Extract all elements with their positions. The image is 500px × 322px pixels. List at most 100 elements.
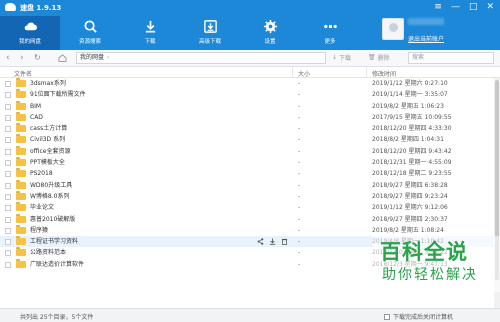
table-row[interactable]: W博格8.0系列 - 2018/9/27 星期四 9:23:24 [0, 190, 494, 202]
row-checkbox[interactable] [5, 81, 11, 87]
folder-icon [16, 179, 26, 189]
row-checkbox[interactable] [5, 261, 11, 268]
file-name[interactable]: BIM [30, 101, 41, 112]
file-name[interactable]: cass土方计算 [30, 123, 67, 134]
table-row[interactable]: cass土方计算 - 2018/12/20 星期四 4:33:30 [0, 123, 494, 134]
file-name[interactable]: WD80升级工具 [30, 180, 72, 191]
file-name[interactable]: 毕业论文 [30, 202, 54, 213]
folder-icon [16, 190, 26, 200]
file-name[interactable]: 程序猿 [30, 225, 48, 236]
download-button[interactable]: ↓ 下载 [332, 53, 351, 62]
column-divider[interactable] [366, 67, 367, 78]
table-row[interactable]: 惠普2010破解版 - 2018/9/27 星期四 2:30:37 [0, 213, 494, 225]
menu-icon[interactable]: ≡ [434, 2, 442, 12]
logout-link[interactable]: 退出当前账户 [408, 34, 444, 43]
refresh-icon[interactable]: ↻ [34, 53, 41, 62]
file-name[interactable]: PPT模板大全 [30, 157, 65, 168]
table-row[interactable]: office全套资源 - 2018/12/20 星期四 9:43:42 [0, 145, 494, 157]
table-row[interactable]: 毕业论文 - 2019/1/12 星期六 9:12:06 [0, 202, 494, 213]
file-name[interactable]: Civil3D 系列 [30, 134, 65, 145]
folder-icon [16, 123, 26, 133]
row-checkbox[interactable] [5, 216, 11, 223]
folder-icon [16, 89, 26, 99]
nav-advanced-download[interactable]: 高级下载 [180, 16, 240, 50]
column-header-name[interactable]: 文件名 [14, 69, 32, 78]
folder-icon [16, 100, 26, 110]
breadcrumb-item[interactable]: 我的网盘 [80, 54, 104, 61]
file-size: - [298, 159, 301, 167]
nav-download[interactable]: 下载 [120, 16, 180, 50]
avatar[interactable] [382, 18, 404, 40]
table-row[interactable]: WD80升级工具 - 2018/9/27 星期四 6:38:28 [0, 179, 494, 191]
watermark: 百科全说 助你轻松解决 [372, 236, 500, 292]
breadcrumb[interactable]: 我的网盘 › [76, 52, 326, 64]
file-date: 2018/12/31 星期一 4:55:09 [372, 159, 452, 167]
table-row[interactable]: 程序猿 - 2019/8/2 星期五 1:08:24 [0, 224, 494, 236]
row-checkbox[interactable] [5, 205, 11, 212]
table-row[interactable]: PPT模板大全 - 2018/12/31 星期一 4:55:09 [0, 157, 494, 168]
home-icon[interactable] [58, 54, 67, 62]
file-name[interactable]: 3dsmax系列 [30, 78, 66, 89]
file-date: 2018/12/20 星期四 4:33:30 [372, 125, 452, 133]
row-checkbox[interactable] [5, 193, 11, 200]
download-small-icon: ↓ [332, 54, 338, 61]
back-arrow-icon[interactable]: ‹ [6, 53, 10, 63]
nav-my-disk[interactable]: 我的网盘 [0, 16, 60, 50]
row-checkbox[interactable] [5, 92, 11, 99]
minimize-icon[interactable]: — [451, 2, 460, 12]
nav-resource-search[interactable]: 资源搜索 [60, 16, 120, 50]
nav-more[interactable]: 更多 [300, 16, 360, 50]
file-name[interactable]: 工程证书学习资料 [30, 236, 78, 247]
file-name[interactable]: 惠普2010破解版 [30, 214, 75, 225]
row-checkbox[interactable] [5, 160, 11, 167]
close-icon[interactable]: ✕ [486, 2, 494, 12]
file-size: - [298, 192, 301, 200]
download-row-icon[interactable] [269, 238, 276, 245]
row-checkbox[interactable] [5, 182, 11, 189]
row-checkbox[interactable] [5, 114, 11, 121]
row-checkbox[interactable] [5, 239, 11, 246]
row-checkbox[interactable] [5, 137, 11, 144]
delete-button[interactable]: 🗑 删除 [368, 53, 390, 62]
file-name[interactable]: 公路资料范本 [30, 247, 66, 258]
file-size: - [298, 102, 301, 110]
row-checkbox[interactable] [5, 250, 11, 257]
file-name[interactable]: office全套资源 [30, 146, 70, 157]
nav-settings[interactable]: 设置 [240, 16, 300, 50]
column-divider[interactable] [292, 67, 293, 78]
table-row[interactable]: PS2018 - 2018/12/18 星期二 9:23:55 [0, 168, 494, 179]
app-title: 速盘 1.9.13 [20, 4, 62, 12]
search-icon [84, 20, 97, 33]
row-checkbox[interactable] [5, 103, 11, 110]
row-checkbox[interactable] [5, 126, 11, 133]
file-date: 2018/9/27 星期四 2:30:37 [372, 215, 448, 223]
path-bar: ‹ › ↻ 我的网盘 › ↓ 下载 🗑 删除 搜索 [0, 50, 500, 67]
table-row[interactable]: BIM - 2019/8/2 星期五 1:06:23 [0, 100, 494, 112]
download-button-label: 下载 [339, 55, 352, 62]
row-checkbox[interactable] [5, 227, 11, 234]
row-checkbox[interactable] [5, 148, 11, 155]
table-row[interactable]: 3dsmax系列 - 2019/1/12 星期六 0:27:10 [0, 78, 494, 89]
window-controls: ≡ — □ ✕ [434, 2, 494, 12]
file-name[interactable]: W博格8.0系列 [30, 191, 69, 202]
file-size: - [298, 226, 301, 234]
file-name[interactable]: 91位面下载所需文件 [30, 89, 86, 100]
table-row[interactable]: CAD - 2017/9/15 星期五 10:09:55 [0, 111, 494, 123]
forward-arrow-icon[interactable]: › [20, 53, 24, 63]
file-date: 2019/8/2 星期五 1:08:24 [372, 226, 444, 234]
column-header-date[interactable]: 修改时间 [372, 69, 396, 78]
trash-row-icon[interactable] [281, 238, 288, 246]
shutdown-checkbox[interactable] [384, 313, 390, 320]
maximize-icon[interactable]: □ [469, 2, 478, 12]
table-row[interactable]: 91位面下载所需文件 - 2019/1/14 星期一 3:35:07 [0, 89, 494, 100]
file-date: 2018/9/27 星期四 6:38:28 [372, 181, 448, 189]
file-name[interactable]: CAD [30, 112, 43, 123]
share-icon[interactable] [257, 238, 264, 245]
shutdown-option[interactable]: 下载完成后关闭计算机 [384, 312, 453, 321]
search-input[interactable]: 搜索 [408, 52, 494, 64]
file-name[interactable]: PS2018 [30, 168, 53, 179]
column-header-size[interactable]: 大小 [298, 69, 310, 78]
row-checkbox[interactable] [5, 171, 11, 178]
file-name[interactable]: 广联达造价计算软件 [30, 259, 84, 270]
table-row[interactable]: Civil3D 系列 - 2018/8/2 星期四 1:04:31 [0, 134, 494, 145]
